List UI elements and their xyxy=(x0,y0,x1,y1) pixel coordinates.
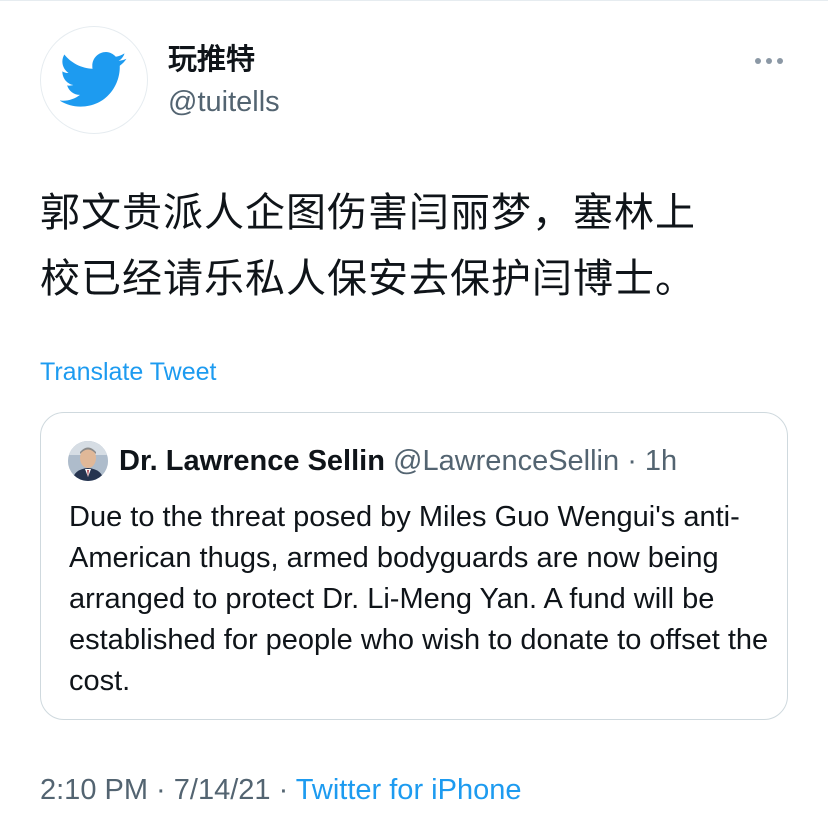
tweet-text: 郭文贵派人企图伤害闫丽梦，塞林上 校已经请乐私人保安去保护闫博士。 xyxy=(40,180,800,312)
quoted-tweet-age[interactable]: 1h xyxy=(645,445,677,477)
tweet-text-line: 校已经请乐私人保安去保护闫博士。 xyxy=(40,256,696,302)
ellipsis-icon xyxy=(755,58,783,64)
author-handle[interactable]: @tuitells xyxy=(168,84,280,120)
translate-tweet-link[interactable]: Translate Tweet xyxy=(40,356,216,388)
twitter-bird-icon xyxy=(60,52,127,107)
person-photo-icon xyxy=(68,441,108,481)
tweet-date[interactable]: 7/14/21 xyxy=(174,774,271,806)
tweet-source-link[interactable]: Twitter for iPhone xyxy=(296,774,522,806)
tweet-text-line: 郭文贵派人企图伤害闫丽梦，塞林上 xyxy=(40,190,696,236)
tweet-footer: 2:10 PM · 7/14/21 · Twitter for iPhone xyxy=(40,772,521,808)
quoted-author-handle[interactable]: @LawrenceSellin xyxy=(393,445,619,477)
footer-separator: · xyxy=(148,774,174,806)
author-avatar[interactable] xyxy=(40,26,148,134)
footer-separator: · xyxy=(270,774,296,806)
quoted-tweet-header: Dr. Lawrence Sellin @LawrenceSellin · 1h xyxy=(119,443,677,479)
quoted-author-name[interactable]: Dr. Lawrence Sellin xyxy=(119,445,385,477)
quoted-tweet-text: Due to the threat posed by Miles Guo Wen… xyxy=(69,501,769,697)
more-options-button[interactable] xyxy=(752,52,786,70)
top-divider xyxy=(0,0,828,1)
quoted-author-avatar[interactable] xyxy=(68,441,108,481)
quoted-tweet-card[interactable]: Dr. Lawrence Sellin @LawrenceSellin · 1h… xyxy=(40,412,788,720)
tweet-time[interactable]: 2:10 PM xyxy=(40,774,148,806)
quoted-meta-separator: · xyxy=(627,445,637,477)
author-display-name[interactable]: 玩推特 xyxy=(168,42,255,78)
